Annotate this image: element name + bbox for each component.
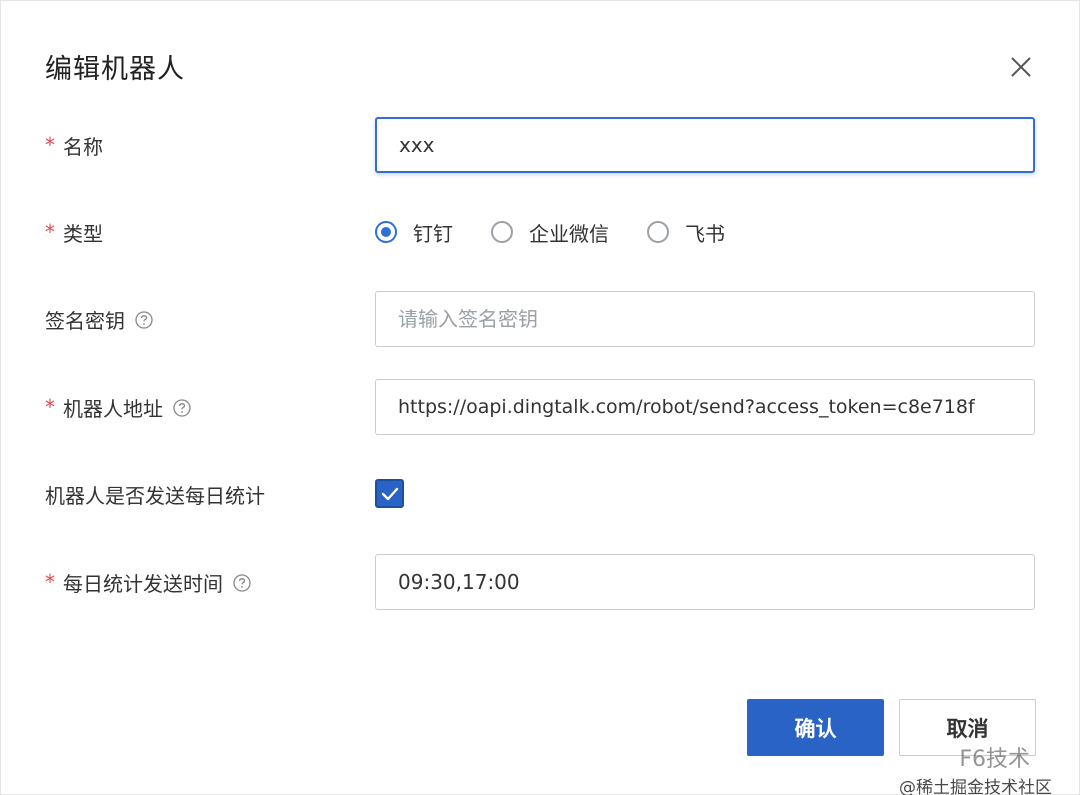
radio-label: 飞书 (685, 221, 725, 246)
daily-stats-label: 机器人是否发送每日统计 (45, 483, 265, 508)
radio-label: 企业微信 (529, 221, 609, 246)
name-label-row: * 名称 (45, 117, 103, 173)
secret-label: 签名密钥 (45, 308, 125, 333)
required-mark: * (45, 220, 55, 244)
radio-checked-icon (375, 221, 397, 243)
address-label: 机器人地址 (63, 396, 163, 421)
question-circle-icon[interactable] (233, 573, 251, 592)
watermark: F6技术 @稀土掘金技术社区 (899, 741, 1052, 795)
radio-unchecked-icon (647, 221, 669, 243)
send-time-label-row: * 每日统计发送时间 (45, 554, 251, 610)
edit-robot-dialog: 编辑机器人 * 名称 * 类型 钉钉 企业微信 飞书 签名密钥 (0, 0, 1080, 795)
radio-wecom[interactable]: 企业微信 (491, 218, 609, 247)
required-mark: * (45, 133, 55, 157)
radio-label: 钉钉 (413, 221, 453, 246)
daily-stats-label-row: 机器人是否发送每日统计 (45, 466, 265, 522)
name-input[interactable] (375, 117, 1035, 173)
secret-input[interactable] (375, 291, 1035, 347)
secret-label-row: 签名密钥 (45, 291, 153, 347)
type-radio-group: 钉钉 企业微信 飞书 (375, 204, 763, 260)
watermark-site: @稀土掘金技术社区 (899, 778, 1052, 795)
address-label-row: * 机器人地址 (45, 379, 191, 435)
radio-unchecked-icon (491, 221, 513, 243)
radio-feishu[interactable]: 飞书 (647, 218, 725, 247)
send-time-label: 每日统计发送时间 (63, 571, 223, 596)
close-icon[interactable] (1005, 51, 1037, 83)
send-time-input[interactable] (375, 554, 1035, 610)
confirm-button[interactable]: 确认 (747, 699, 884, 756)
radio-dingtalk[interactable]: 钉钉 (375, 218, 453, 247)
required-mark: * (45, 570, 55, 594)
name-label: 名称 (63, 134, 103, 159)
required-mark: * (45, 395, 55, 419)
type-label: 类型 (63, 221, 103, 246)
checkmark-icon (381, 487, 398, 500)
question-circle-icon[interactable] (173, 398, 191, 417)
question-circle-icon[interactable] (135, 310, 153, 329)
dialog-title: 编辑机器人 (45, 54, 185, 85)
robot-address-input[interactable] (375, 379, 1035, 435)
watermark-brand: F6技术 (959, 747, 1030, 772)
daily-stats-checkbox[interactable] (375, 479, 404, 508)
type-label-row: * 类型 (45, 204, 103, 260)
